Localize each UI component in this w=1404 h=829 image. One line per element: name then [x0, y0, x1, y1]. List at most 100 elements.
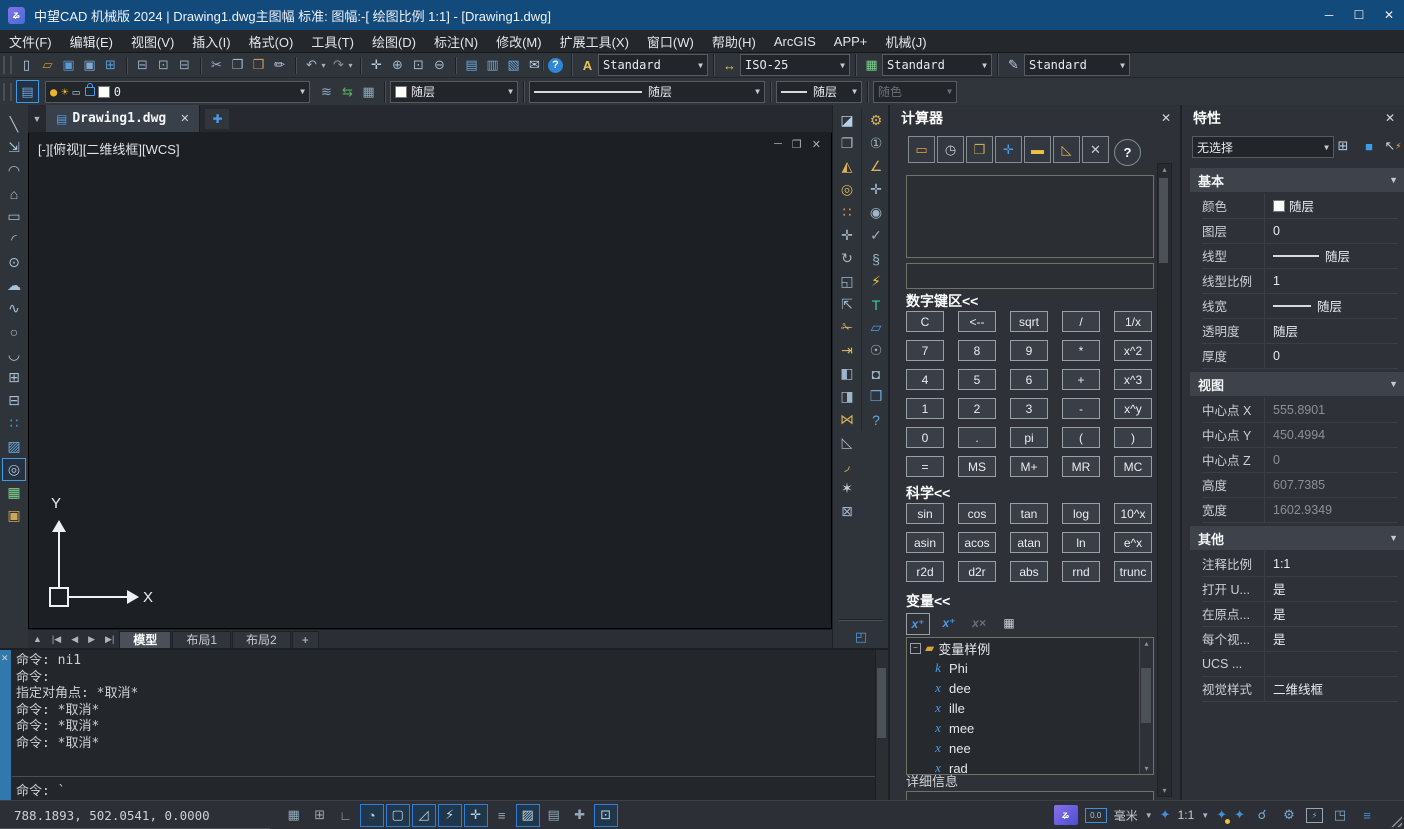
- grid-display-icon[interactable]: ▦: [282, 804, 306, 827]
- menu-item[interactable]: 文件(F): [0, 30, 61, 52]
- parts-library-icon[interactable]: ▱: [864, 316, 888, 339]
- linetype-combo[interactable]: 随层 ▼: [529, 81, 765, 103]
- layer-properties-icon[interactable]: ▤: [16, 80, 39, 103]
- spline-icon[interactable]: ∿: [2, 297, 26, 320]
- scrollbar-thumb[interactable]: [1141, 668, 1151, 723]
- delete-variable-icon[interactable]: x×: [968, 613, 990, 633]
- offset-icon[interactable]: ◎: [835, 178, 859, 201]
- ortho-icon[interactable]: ∟: [334, 804, 358, 827]
- calculator-input[interactable]: [906, 263, 1154, 289]
- property-row[interactable]: 图层 0: [1202, 218, 1398, 244]
- explode-icon[interactable]: ✶: [835, 477, 859, 500]
- zwcad-logo-icon[interactable]: ʑ: [1054, 805, 1078, 825]
- property-row[interactable]: 每个视... 是: [1202, 626, 1398, 652]
- break-icon[interactable]: ◨: [835, 385, 859, 408]
- scroll-down-icon[interactable]: ▾: [1140, 764, 1153, 773]
- save-all-icon[interactable]: ⊞: [100, 55, 121, 76]
- zoom-window-icon[interactable]: ⊡: [408, 55, 429, 76]
- array-icon[interactable]: ∷: [835, 201, 859, 224]
- science-key-button[interactable]: trunc: [1114, 561, 1152, 582]
- calc-key-button[interactable]: .: [958, 427, 996, 448]
- calc-key-button[interactable]: 2: [958, 398, 996, 419]
- bring-to-front-icon[interactable]: ◰: [851, 626, 872, 647]
- tree-scrollbar[interactable]: ▴ ▾: [1139, 638, 1153, 774]
- plot-frame-icon[interactable]: ⊡: [153, 55, 174, 76]
- circle-icon[interactable]: ⊙: [2, 251, 26, 274]
- rotate-icon[interactable]: ↻: [835, 247, 859, 270]
- variable-item[interactable]: x mee: [907, 718, 1153, 738]
- science-key-button[interactable]: rnd: [1062, 561, 1100, 582]
- mech-dimension-icon[interactable]: ∠: [864, 155, 888, 178]
- stretch-icon[interactable]: ⇱: [835, 293, 859, 316]
- new-file-icon[interactable]: ▯: [16, 55, 37, 76]
- calc-pick-point-icon[interactable]: ✛: [995, 136, 1022, 163]
- cut-icon[interactable]: ✂: [206, 55, 227, 76]
- snap-icon[interactable]: ⊞: [308, 804, 332, 827]
- property-row[interactable]: 注释比例 1:1: [1202, 551, 1398, 577]
- extend-icon[interactable]: ⇥: [835, 339, 859, 362]
- donut-icon[interactable]: ◎: [2, 458, 26, 481]
- calc-key-button[interactable]: ): [1114, 427, 1152, 448]
- break-at-point-icon[interactable]: ◧: [835, 362, 859, 385]
- science-key-button[interactable]: acos: [958, 532, 996, 553]
- calc-help-icon[interactable]: ?: [1114, 139, 1141, 166]
- property-row[interactable]: 透明度 随层: [1202, 318, 1398, 344]
- science-key-button[interactable]: sin: [906, 503, 944, 524]
- calc-key-button[interactable]: 4: [906, 369, 944, 390]
- trim-icon[interactable]: ✁: [835, 316, 859, 339]
- calculator-close-icon[interactable]: ✕: [1161, 111, 1171, 125]
- ellipse-arc-icon[interactable]: ◡: [2, 343, 26, 366]
- scrollbar-thumb[interactable]: [1159, 178, 1168, 263]
- annotation-scale-value[interactable]: 1:1: [1178, 808, 1195, 822]
- menu-item[interactable]: 修改(M): [487, 30, 551, 52]
- designcenter-icon[interactable]: ▥: [482, 55, 503, 76]
- table-icon[interactable]: ▦: [2, 481, 26, 504]
- science-key-button[interactable]: asin: [906, 532, 944, 553]
- layout-nav-icon[interactable]: ◀: [66, 634, 83, 645]
- calc-key-button[interactable]: 0: [906, 427, 944, 448]
- help-icon[interactable]: ?: [548, 58, 563, 73]
- tab-list-dropdown-icon[interactable]: ▼: [28, 114, 46, 124]
- minimize-button[interactable]: ─: [1314, 0, 1344, 30]
- layer-previous-icon[interactable]: ≋: [316, 81, 337, 102]
- variable-item[interactable]: k Phi: [907, 658, 1153, 678]
- new-tab-button[interactable]: ✚: [205, 109, 229, 129]
- toggle-pickadd-icon[interactable]: ■: [1358, 135, 1380, 157]
- calc-key-button[interactable]: -: [1062, 398, 1100, 419]
- select-objects-icon[interactable]: ↖⚡: [1382, 135, 1404, 157]
- tab-close-icon[interactable]: ✕: [180, 112, 189, 125]
- format-painter-icon[interactable]: ✏: [269, 55, 290, 76]
- copy-icon[interactable]: ❐: [227, 55, 248, 76]
- join-icon[interactable]: ⋈: [835, 408, 859, 431]
- revcloud-icon[interactable]: ☁: [2, 274, 26, 297]
- property-row[interactable]: 中心点 X 555.8901: [1202, 397, 1398, 423]
- close-button[interactable]: ✕: [1374, 0, 1404, 30]
- science-key-button[interactable]: ln: [1062, 532, 1100, 553]
- polygon-icon[interactable]: ⌂: [2, 182, 26, 205]
- layer-match-icon[interactable]: ▦: [358, 81, 379, 102]
- calc-key-button[interactable]: x^3: [1114, 369, 1152, 390]
- property-row[interactable]: 打开 U... 是: [1202, 576, 1398, 602]
- mocoro-icon[interactable]: ⊠: [835, 500, 859, 523]
- selection-cycling-icon[interactable]: ☌: [1252, 805, 1272, 825]
- hardware-acceleration-icon[interactable]: ⚡: [1306, 808, 1323, 823]
- lineweight-display-icon[interactable]: ≡: [490, 804, 514, 827]
- property-row[interactable]: 中心点 Z 0: [1202, 447, 1398, 473]
- calc-key-button[interactable]: MR: [1062, 456, 1100, 477]
- menu-item[interactable]: ArcGIS: [765, 30, 825, 52]
- command-window-grip[interactable]: [0, 650, 11, 802]
- hatch-icon[interactable]: ▨: [2, 435, 26, 458]
- menu-item[interactable]: 绘图(D): [363, 30, 425, 52]
- layer-combo[interactable]: ● ☀ ▭ 0 ▼: [45, 81, 310, 103]
- view-scale-icon[interactable]: ①: [864, 132, 888, 155]
- calc-key-button[interactable]: (: [1062, 427, 1100, 448]
- property-row[interactable]: UCS ...: [1202, 651, 1398, 677]
- section-symbol-icon[interactable]: §: [864, 247, 888, 270]
- polar-snap-icon[interactable]: ⚡: [438, 804, 462, 827]
- layer-freeze-icon[interactable]: ☀: [61, 85, 68, 99]
- chamfer-icon[interactable]: ◺: [835, 431, 859, 454]
- scroll-up-icon[interactable]: ▴: [1158, 165, 1171, 174]
- menu-item[interactable]: 扩展工具(X): [551, 30, 638, 52]
- menu-item[interactable]: 标注(N): [425, 30, 487, 52]
- scroll-up-icon[interactable]: ▴: [1140, 639, 1153, 648]
